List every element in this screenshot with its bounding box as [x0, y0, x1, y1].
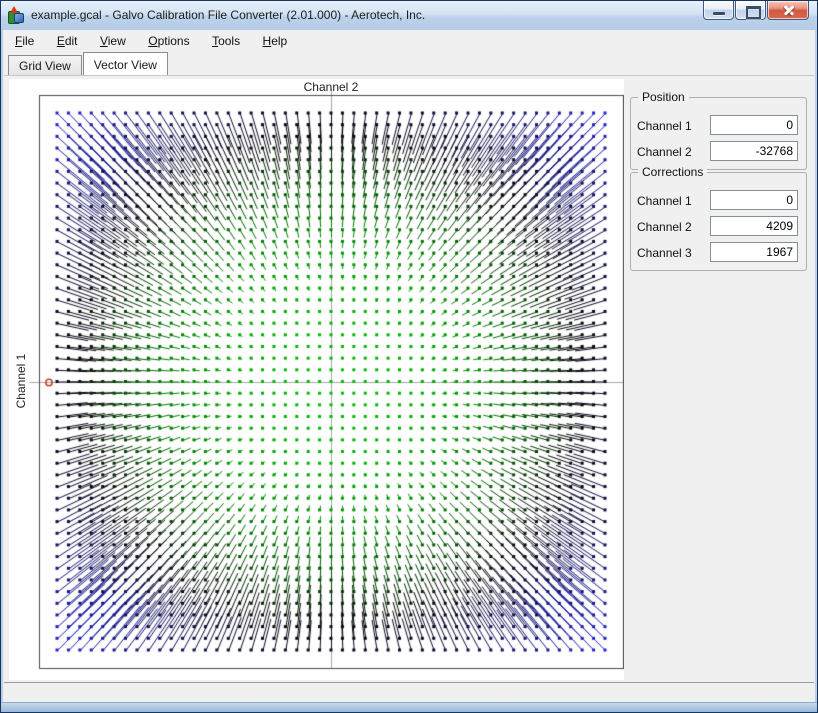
window-bottom-frame: [1, 702, 817, 712]
corrections-group: Corrections Channel 1 Channel 2 Channel …: [630, 172, 807, 271]
flame-icon: [10, 6, 18, 13]
position-channel2-label: Channel 2: [637, 145, 692, 159]
minimize-icon: [713, 12, 725, 15]
tab-strip: Grid View Vector View: [8, 52, 815, 75]
tab-vector-view[interactable]: Vector View: [83, 52, 168, 75]
app-window: example.gcal - Galvo Calibration File Co…: [0, 0, 818, 713]
cube-icon: [14, 13, 24, 23]
menu-item-edit[interactable]: Edit: [48, 30, 87, 51]
minimize-button[interactable]: [703, 1, 734, 20]
vector-view-page: Channel 2 Channel 1 Position Channel 1 C…: [4, 75, 814, 683]
menu-item-options[interactable]: Options: [139, 30, 198, 51]
vector-field-chart: Channel 2 Channel 1: [9, 79, 624, 680]
close-icon: [781, 3, 797, 17]
corrections-channel3-label: Channel 3: [637, 246, 692, 260]
title-bar[interactable]: example.gcal - Galvo Calibration File Co…: [1, 1, 817, 30]
position-channel2-field[interactable]: [710, 141, 798, 161]
corrections-channel1-label: Channel 1: [637, 194, 692, 208]
position-channel1-label: Channel 1: [637, 119, 692, 133]
menu-bar: File Edit View Options Tools Help: [3, 30, 815, 52]
corrections-row-channel3: Channel 3: [637, 242, 798, 264]
menu-item-help[interactable]: Help: [254, 30, 297, 51]
corrections-row-channel1: Channel 1: [637, 190, 798, 212]
tab-grid-view[interactable]: Grid View: [8, 55, 82, 75]
position-channel1-field[interactable]: [710, 115, 798, 135]
corrections-channel2-label: Channel 2: [637, 220, 692, 234]
menu-item-tools[interactable]: Tools: [203, 30, 249, 51]
maximize-button[interactable]: [735, 1, 766, 20]
vector-field-canvas[interactable]: [9, 79, 624, 680]
position-row-channel2: Channel 2: [637, 141, 798, 163]
close-button[interactable]: [767, 1, 809, 20]
app-icon: [8, 7, 24, 23]
window-controls: [702, 1, 809, 20]
y-axis-label: Channel 1: [14, 351, 28, 411]
corrections-channel1-field[interactable]: [710, 190, 798, 210]
menu-item-file[interactable]: File: [6, 30, 43, 51]
position-row-channel1: Channel 1: [637, 115, 798, 137]
client-area: File Edit View Options Tools Help Grid V…: [3, 30, 815, 703]
menu-item-view[interactable]: View: [91, 30, 135, 51]
position-group: Position Channel 1 Channel 2: [630, 97, 807, 170]
corrections-channel3-field[interactable]: [710, 242, 798, 262]
x-axis-label: Channel 2: [231, 80, 431, 94]
position-group-title: Position: [638, 90, 689, 104]
corrections-row-channel2: Channel 2: [637, 216, 798, 238]
window-title: example.gcal - Galvo Calibration File Co…: [31, 8, 425, 22]
corrections-channel2-field[interactable]: [710, 216, 798, 236]
corrections-group-title: Corrections: [638, 165, 707, 179]
maximize-icon: [746, 6, 761, 19]
